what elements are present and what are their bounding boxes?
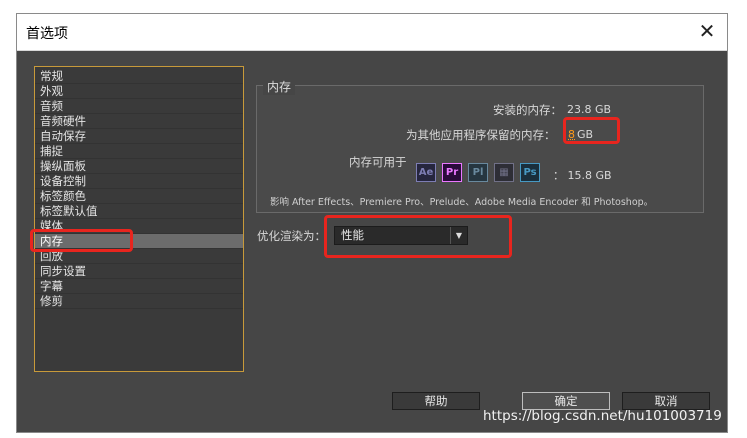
reserved-memory-label: 为其他应用程序保留的内存： (406, 128, 556, 142)
ps-icon[interactable]: Ps (520, 163, 540, 182)
chevron-down-icon: ▼ (450, 227, 467, 244)
preferences-dialog: 首选项 ✕ 常规 外观 音频 音频硬件 自动保存 捕捉 操纵面板 设备控制 标签… (16, 13, 728, 433)
sidebar-item-audio[interactable]: 音频 (35, 99, 243, 114)
reserved-memory-unit: GB (577, 128, 594, 141)
sidebar-item-trim[interactable]: 修剪 (35, 294, 243, 309)
sidebar-item-label-colors[interactable]: 标签颜色 (35, 189, 243, 204)
ae-icon[interactable]: Ae (416, 163, 436, 182)
optimize-render-dropdown[interactable]: 性能 ▼ (334, 226, 468, 245)
memory-group: 内存 安装的内存： 23.8 GB 为其他应用程序保留的内存： 8 GB 内存可… (256, 78, 704, 213)
sidebar-item-captions[interactable]: 字幕 (35, 279, 243, 294)
close-icon[interactable]: ✕ (697, 21, 717, 41)
sidebar-item-control-surface[interactable]: 操纵面板 (35, 159, 243, 174)
installed-memory-value: 23.8 GB (567, 103, 612, 116)
sidebar-item-capture[interactable]: 捕捉 (35, 144, 243, 159)
watermark-url: https://blog.csdn.net/hu101003719 (483, 408, 722, 424)
available-memory-value: ： 15.8 GB (553, 169, 612, 182)
media-encoder-icon[interactable]: ▦ (494, 163, 514, 182)
memory-available-for-label: 内存可用于 (349, 155, 407, 169)
sidebar-item-auto-save[interactable]: 自动保存 (35, 129, 243, 144)
sidebar-item-media[interactable]: 媒体 (35, 219, 243, 234)
optimize-render-selected: 性能 (341, 228, 364, 242)
optimize-render-label: 优化渲染为： (257, 229, 326, 243)
app-icon-list: Ae Pr Pl ▦ Ps (416, 163, 540, 183)
memory-note: 影响 After Effects、Premiere Pro、Prelude、Ad… (270, 197, 654, 208)
dialog-title: 首选项 (26, 26, 68, 42)
sidebar-item-sync-settings[interactable]: 同步设置 (35, 264, 243, 279)
sidebar-item-device-control[interactable]: 设备控制 (35, 174, 243, 189)
sidebar-item-label-defaults[interactable]: 标签默认值 (35, 204, 243, 219)
installed-memory-label: 安装的内存： (493, 103, 562, 117)
sidebar-item-memory[interactable]: 内存 (35, 234, 243, 249)
help-button[interactable]: 帮助 (392, 392, 480, 410)
memory-group-title: 内存 (263, 78, 296, 95)
title-bar: 首选项 ✕ (17, 14, 727, 51)
pl-icon[interactable]: Pl (468, 163, 488, 182)
sidebar-item-playback[interactable]: 回放 (35, 249, 243, 264)
sidebar-item-audio-hardware[interactable]: 音频硬件 (35, 114, 243, 129)
preferences-category-list: 常规 外观 音频 音频硬件 自动保存 捕捉 操纵面板 设备控制 标签颜色 标签默… (34, 66, 244, 372)
reserved-memory-input[interactable]: 8 (568, 128, 575, 141)
pr-icon[interactable]: Pr (442, 163, 462, 182)
sidebar-item-general[interactable]: 常规 (35, 69, 243, 84)
sidebar-item-appearance[interactable]: 外观 (35, 84, 243, 99)
